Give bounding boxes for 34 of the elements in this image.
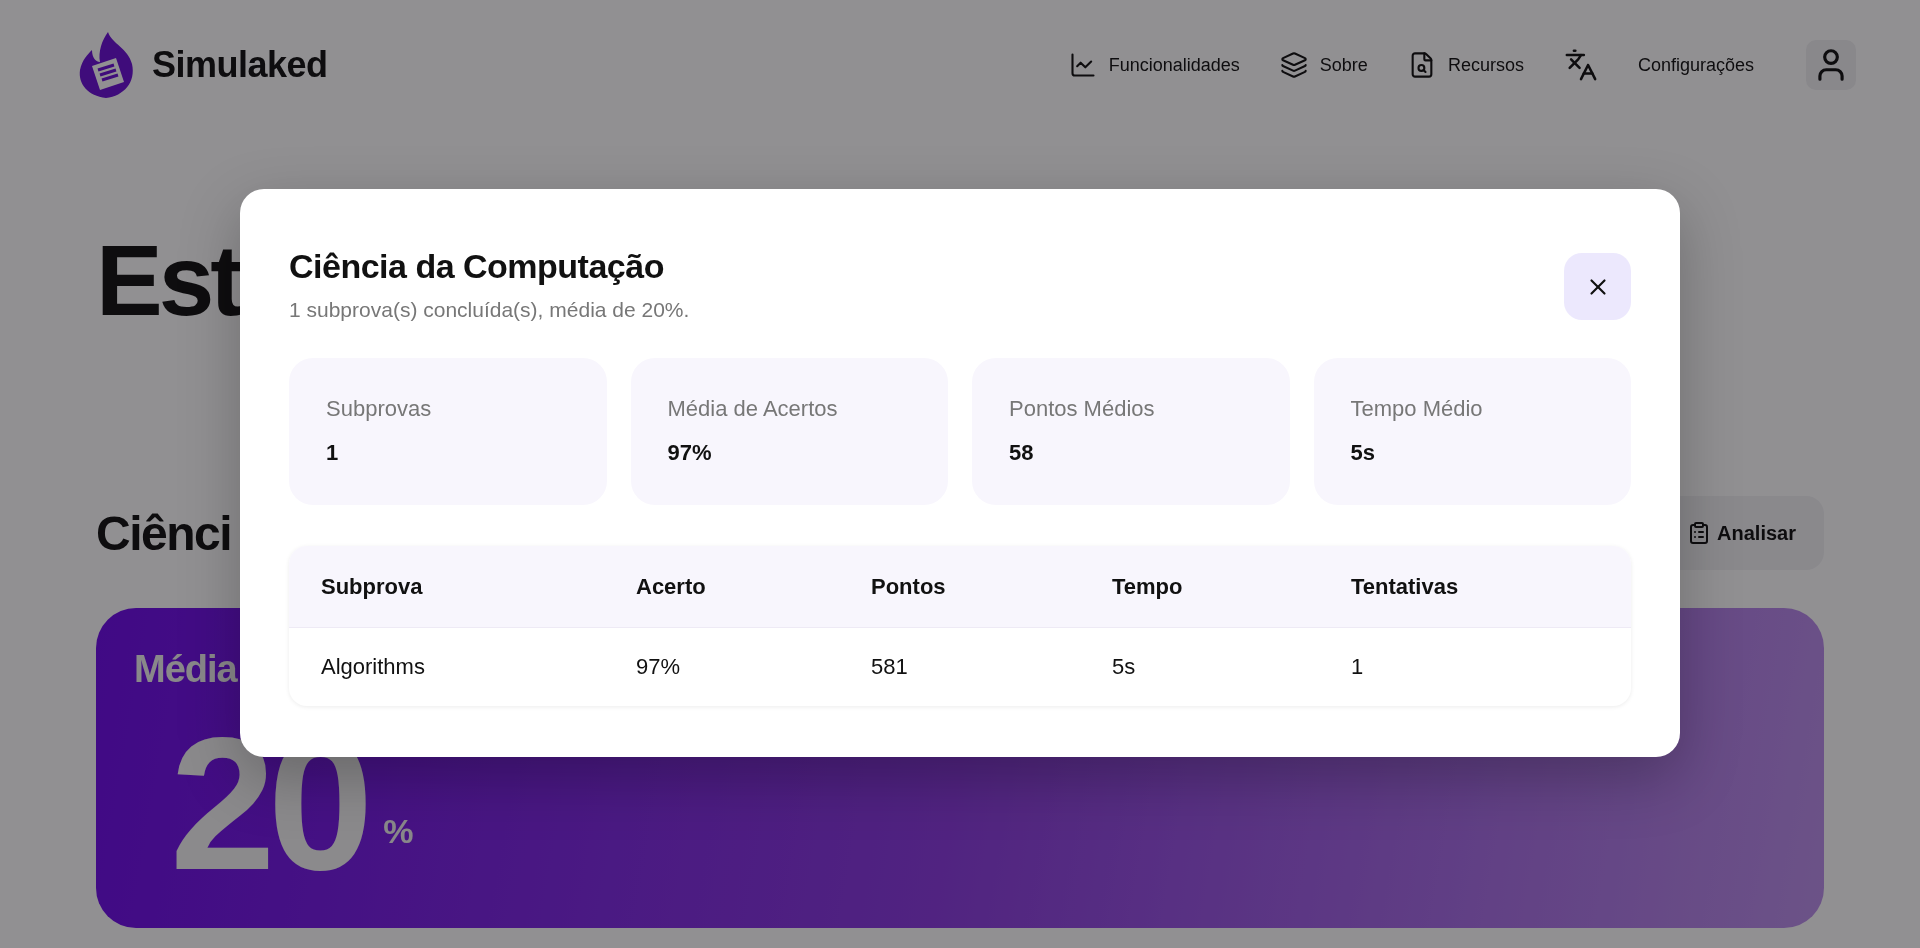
table-cell-text: 1 — [1351, 653, 1365, 681]
stat-label: Pontos Médios — [1009, 396, 1156, 422]
stat-value: 58 — [1009, 440, 1035, 466]
dialog-title: Ciência da Computação — [289, 247, 665, 286]
table-cell-text: 581 — [871, 653, 909, 681]
column-header: Tempo — [1112, 546, 1351, 628]
stat-label: Tempo Médio — [1350, 396, 1484, 422]
stat-value: 1 — [326, 440, 340, 466]
column-header: Acerto — [636, 546, 871, 628]
user-avatar-button[interactable] — [1806, 40, 1856, 90]
nav-link[interactable]: Sobre — [1279, 51, 1368, 79]
stat-value: 97% — [667, 440, 713, 466]
brand-name: Simulaked — [152, 44, 328, 86]
stat-label: Média de Acertos — [667, 396, 839, 422]
stat-value: 5s — [1350, 440, 1376, 466]
nav-link[interactable]: Funcionalidades — [1068, 51, 1240, 79]
nav-link[interactable]: Recursos — [1407, 51, 1524, 79]
translate-icon[interactable] — [1563, 48, 1598, 82]
nav-link[interactable]: Configurações — [1637, 54, 1754, 76]
layers-icon — [1279, 51, 1308, 79]
stat-label: Subprovas — [326, 396, 433, 422]
card-label: Média — [134, 648, 237, 691]
section-title: Ciênci — [96, 505, 232, 561]
line-chart-icon — [1068, 51, 1097, 79]
table-cell-text: 5s — [1112, 653, 1137, 681]
column-header: Pontos — [871, 546, 1112, 628]
flame-document-logo — [78, 32, 136, 98]
table-cell-text: 97% — [636, 653, 682, 681]
dialog-subtitle: 1 subprova(s) concluída(s), média de 20%. — [289, 298, 690, 322]
page-title: Est — [96, 230, 240, 330]
column-header: Tentativas — [1351, 546, 1631, 628]
table-cell-text: Algorithms — [320, 653, 426, 681]
column-header: Subprova — [289, 546, 636, 628]
percent-unit: % — [383, 812, 414, 851]
